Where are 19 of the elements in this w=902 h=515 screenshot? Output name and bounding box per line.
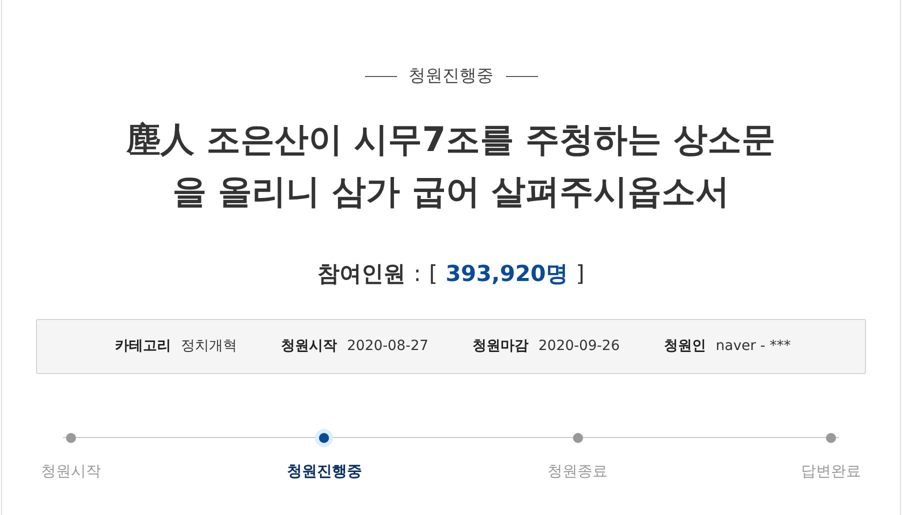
- participants-label: 참여인원: [318, 260, 406, 288]
- info-label: 청원시작: [281, 336, 337, 356]
- colon: :: [414, 260, 422, 288]
- bracket: ]: [576, 260, 584, 288]
- info-value: naver - ***: [716, 336, 791, 356]
- info-label: 카테고리: [115, 336, 171, 356]
- info-label: 청원마감: [472, 336, 528, 356]
- info-value: 정치개혁: [181, 336, 237, 356]
- participants-count: 393,920명: [446, 260, 568, 288]
- info-label: 청원인: [664, 336, 706, 356]
- info-value: 2020-09-26: [538, 336, 620, 356]
- step-label: 답변완료: [800, 460, 861, 482]
- step-label: 청원종료: [548, 460, 608, 482]
- status-label: 청원진행중: [408, 65, 494, 88]
- step-label: 청원진행중: [286, 460, 362, 482]
- bracket: [: [429, 260, 438, 288]
- step-label: 청원시작: [41, 460, 101, 482]
- petition-title: 塵人 조은산이 시무7조를 주청하는 상소문을 올리니 삼가 굽어 살펴주시옵소서: [125, 118, 776, 214]
- info-value: 2020-08-27: [347, 336, 428, 356]
